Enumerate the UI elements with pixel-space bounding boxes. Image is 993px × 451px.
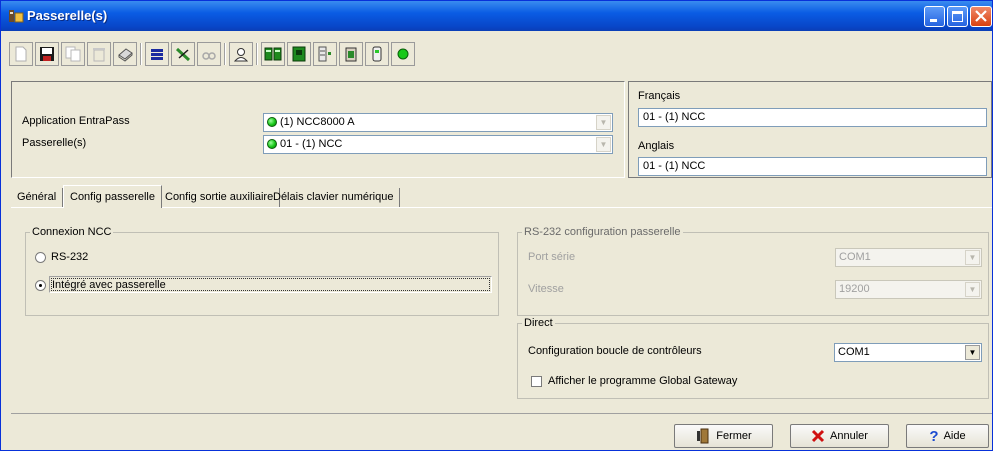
print-button[interactable] <box>113 42 137 66</box>
french-label: Français <box>638 90 681 102</box>
toolbar-separator <box>224 43 226 65</box>
controller-button[interactable] <box>261 42 285 66</box>
find-button[interactable] <box>197 42 221 66</box>
connexion-group: Connexion NCC RS-232 Intégré avec passer… <box>25 226 499 316</box>
list-button[interactable] <box>145 42 169 66</box>
new-icon <box>15 46 27 62</box>
maximize-icon <box>952 11 963 22</box>
speed-value: 19200 <box>839 283 870 295</box>
tab-config-passerelle[interactable]: Config passerelle <box>63 185 162 208</box>
gateway-select[interactable]: 01 - (1) NCC ▼ <box>263 135 613 154</box>
direct-group: Direct Configuration boucle de contrôleu… <box>517 317 989 399</box>
rs232-radio[interactable] <box>35 252 46 263</box>
door-button[interactable] <box>339 42 363 66</box>
chevron-down-icon: ▼ <box>965 250 980 265</box>
integrated-radio[interactable] <box>35 280 46 291</box>
window: Passerelle(s) Application EntraPass (1) … <box>0 0 993 451</box>
save-icon <box>40 47 54 61</box>
connexion-title: Connexion NCC <box>30 226 114 238</box>
copy-button[interactable] <box>61 42 85 66</box>
loop-config-label: Configuration boucle de contrôleurs <box>528 345 702 357</box>
tab-config-sortie-auxiliaire[interactable]: Config sortie auxiliaire <box>159 188 281 207</box>
controller-icon <box>264 47 282 61</box>
print-icon <box>118 48 133 62</box>
french-name-field[interactable]: 01 - (1) NCC <box>638 108 987 127</box>
names-panel: Français 01 - (1) NCC Anglais 01 - (1) N… <box>628 81 992 178</box>
toolbar-separator <box>140 43 142 65</box>
english-label: Anglais <box>638 140 675 152</box>
minimize-icon <box>930 19 937 22</box>
show-global-gateway-label: Afficher le programme Global Gateway <box>548 375 738 387</box>
link-button[interactable] <box>171 42 195 66</box>
reader-icon <box>372 46 382 62</box>
cancel-button[interactable]: Annuler <box>790 424 889 448</box>
status-button[interactable] <box>391 42 415 66</box>
loop-config-value: COM1 <box>838 346 870 358</box>
rs232-config-title: RS-232 configuration passerelle <box>522 226 683 238</box>
rs232-label: RS-232 <box>51 251 89 263</box>
save-button[interactable] <box>35 42 59 66</box>
serial-port-select[interactable]: COM1 ▼ <box>835 248 982 267</box>
list-icon <box>151 49 163 60</box>
cancel-x-icon <box>811 429 825 443</box>
chevron-down-icon: ▼ <box>596 115 611 130</box>
link-icon <box>175 47 191 62</box>
serial-port-label: Port série <box>528 251 576 263</box>
user-button[interactable] <box>229 42 253 66</box>
board-icon <box>292 46 306 62</box>
toolbar-separator <box>256 43 258 65</box>
close-button-label: Fermer <box>716 430 752 442</box>
app-value: (1) NCC8000 A <box>280 116 355 128</box>
maximize-button[interactable] <box>947 6 968 27</box>
user-icon <box>233 48 249 62</box>
components-icon <box>318 46 331 62</box>
cancel-button-label: Annuler <box>830 430 868 442</box>
tab-delais-clavier[interactable]: Délais clavier numérique <box>267 188 401 207</box>
gateway-value: 01 - (1) NCC <box>280 138 343 150</box>
find-icon <box>202 52 216 60</box>
help-button-label: Aide <box>943 430 966 442</box>
close-window-button[interactable] <box>970 6 992 27</box>
board-button[interactable] <box>287 42 311 66</box>
help-button[interactable]: ? Aide <box>906 424 989 448</box>
english-name-field[interactable]: 01 - (1) NCC <box>638 157 987 176</box>
loop-config-select[interactable]: COM1 ▼ <box>834 343 982 362</box>
delete-button[interactable] <box>87 42 111 66</box>
show-global-gateway-checkbox[interactable] <box>531 376 542 387</box>
rs232-config-group: RS-232 configuration passerelle Port sér… <box>517 226 989 316</box>
header-panel: Application EntraPass (1) NCC8000 A ▼ Pa… <box>11 81 625 178</box>
gateway-label: Passerelle(s) <box>22 137 87 149</box>
app-select[interactable]: (1) NCC8000 A ▼ <box>263 113 613 132</box>
close-icon <box>975 10 987 22</box>
chevron-down-icon: ▼ <box>965 282 980 297</box>
app-icon <box>9 10 24 23</box>
title-bar[interactable]: Passerelle(s) <box>1 1 992 31</box>
toolbar <box>9 42 991 76</box>
tab-panel: Connexion NCC RS-232 Intégré avec passer… <box>11 207 992 411</box>
status-icon <box>397 48 409 60</box>
window-title: Passerelle(s) <box>27 8 108 23</box>
components-button[interactable] <box>313 42 337 66</box>
chevron-down-icon: ▼ <box>596 137 611 152</box>
chevron-down-icon: ▼ <box>965 345 980 360</box>
green-status-icon <box>267 117 277 127</box>
copy-icon <box>65 46 81 62</box>
footer: Fermer Annuler ? Aide <box>11 413 992 450</box>
serial-port-value: COM1 <box>839 251 871 263</box>
exit-door-icon <box>697 428 709 444</box>
speed-select[interactable]: 19200 ▼ <box>835 280 982 299</box>
speed-label: Vitesse <box>528 283 564 295</box>
minimize-button[interactable] <box>924 6 945 27</box>
new-button[interactable] <box>9 42 33 66</box>
reader-button[interactable] <box>365 42 389 66</box>
door-icon <box>345 47 357 62</box>
help-question-icon: ? <box>929 427 939 445</box>
integrated-label: Intégré avec passerelle <box>49 276 492 293</box>
direct-title: Direct <box>522 317 555 329</box>
delete-icon <box>93 48 105 62</box>
app-label: Application EntraPass <box>22 115 130 127</box>
close-button[interactable]: Fermer <box>674 424 773 448</box>
tab-general[interactable]: Général <box>11 188 64 207</box>
green-status-icon <box>267 139 277 149</box>
